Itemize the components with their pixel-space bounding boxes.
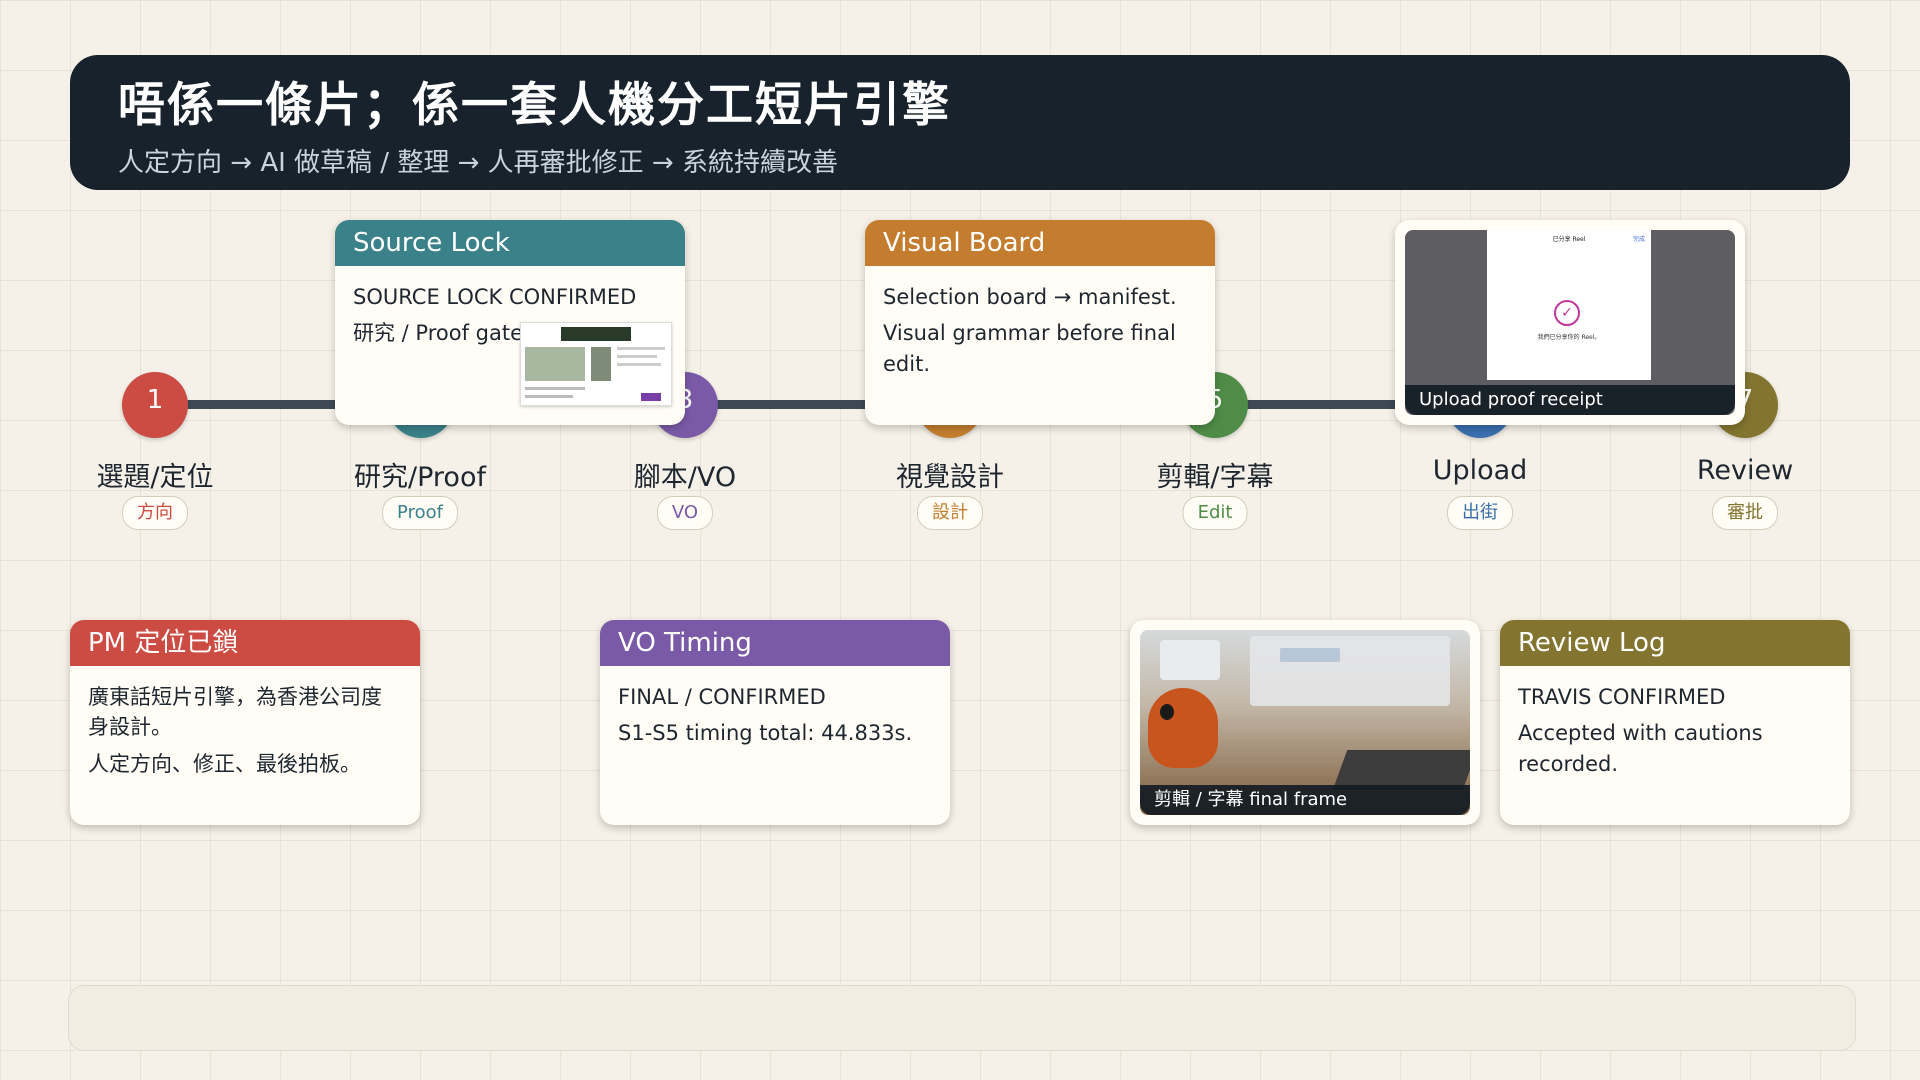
review-log-card-title: Review Log [1500, 620, 1850, 666]
share-dialog-message: 我們已分享你的 Reel。 [1537, 334, 1601, 341]
visual-board-card-title: Visual Board [865, 220, 1215, 266]
page-subtitle: 人定方向 → AI 做草稿 / 整理 → 人再審批修正 → 系統持續改善 [118, 147, 838, 178]
step-label-5: 剪輯/字幕 [1156, 462, 1274, 493]
vo-line-1: FINAL / CONFIRMED [618, 685, 826, 709]
page-title: 唔係一條片；係一套人機分工短片引擎 [118, 78, 951, 133]
upload-proof-card[interactable]: 已分享 Reel 完成 ✓ 我們已分享你的 Reel。 Upload proof… [1395, 220, 1745, 425]
step-badge-3: VO [656, 496, 714, 530]
visual-board-card-body: Selection board → manifest. Visual gramm… [865, 266, 1215, 401]
share-dialog: 已分享 Reel 完成 ✓ 我們已分享你的 Reel。 [1487, 230, 1651, 380]
edit-frame-card[interactable]: 剪輯 / 字幕 final frame [1130, 620, 1480, 825]
step-badge-5: Edit [1182, 496, 1248, 530]
step-badge-7: 審批 [1712, 496, 1778, 530]
review-line-2: Accepted with cautions recorded. [1518, 721, 1763, 776]
check-circle-icon: ✓ [1554, 300, 1580, 326]
step-label-6: Upload [1432, 455, 1528, 486]
footer-bar [68, 985, 1856, 1051]
edit-frame-caption: 剪輯 / 字幕 final frame [1140, 785, 1470, 815]
review-log-card-body: TRAVIS CONFIRMED Accepted with cautions … [1500, 666, 1850, 801]
mascot-figure [1148, 688, 1218, 768]
step-badge-1: 方向 [122, 496, 188, 530]
step-badge-2: Proof [382, 496, 458, 530]
pm-card-body: 廣東話短片引擎，為香港公司度身設計。 人定方向、修正、最後拍板。 [70, 666, 420, 801]
vo-timing-card[interactable]: VO Timing FINAL / CONFIRMED S1-S5 timing… [600, 620, 950, 825]
step-number: 1 [146, 385, 164, 415]
step-label-2: 研究/Proof [354, 462, 486, 493]
source-lock-card[interactable]: Source Lock SOURCE LOCK CONFIRMED 研究 / P… [335, 220, 685, 425]
review-log-card[interactable]: Review Log TRAVIS CONFIRMED Accepted wit… [1500, 620, 1850, 825]
pm-line-2: 人定方向、修正、最後拍板。 [88, 751, 361, 776]
visual-board-line-1: Selection board → manifest. [883, 285, 1177, 309]
header-banner: 唔係一條片；係一套人機分工短片引擎 人定方向 → AI 做草稿 / 整理 → 人… [70, 55, 1850, 190]
step-badge-4: 設計 [917, 496, 983, 530]
pm-line-1: 廣東話短片引擎，為香港公司度身設計。 [88, 685, 382, 740]
step-badge-6: 出街 [1447, 496, 1513, 530]
vo-timing-card-title: VO Timing [600, 620, 950, 666]
proof-thumbnail-image [520, 322, 672, 406]
visual-board-line-2: Visual grammar before final edit. [883, 321, 1176, 376]
step-label-3: 腳本/VO [633, 462, 737, 493]
vo-timing-card-body: FINAL / CONFIRMED S1-S5 timing total: 44… [600, 666, 950, 771]
share-dialog-done-link[interactable]: 完成 [1633, 234, 1645, 243]
share-dialog-title: 已分享 Reel [1552, 236, 1586, 243]
step-label-7: Review [1696, 455, 1794, 486]
pm-card[interactable]: PM 定位已鎖 廣東話短片引擎，為香港公司度身設計。 人定方向、修正、最後拍板。 [70, 620, 420, 825]
source-lock-line-1: SOURCE LOCK CONFIRMED [353, 285, 637, 309]
step-label-1: 選題/定位 [96, 462, 214, 493]
vo-line-2: S1-S5 timing total: 44.833s. [618, 721, 913, 746]
visual-board-card[interactable]: Visual Board Selection board → manifest.… [865, 220, 1215, 425]
step-label-4: 視覺設計 [896, 462, 1004, 493]
step-node-1[interactable]: 1 [122, 372, 188, 438]
upload-proof-caption: Upload proof receipt [1405, 385, 1735, 415]
review-line-1: TRAVIS CONFIRMED [1518, 685, 1726, 709]
source-lock-card-title: Source Lock [335, 220, 685, 266]
pm-card-title: PM 定位已鎖 [70, 620, 420, 666]
